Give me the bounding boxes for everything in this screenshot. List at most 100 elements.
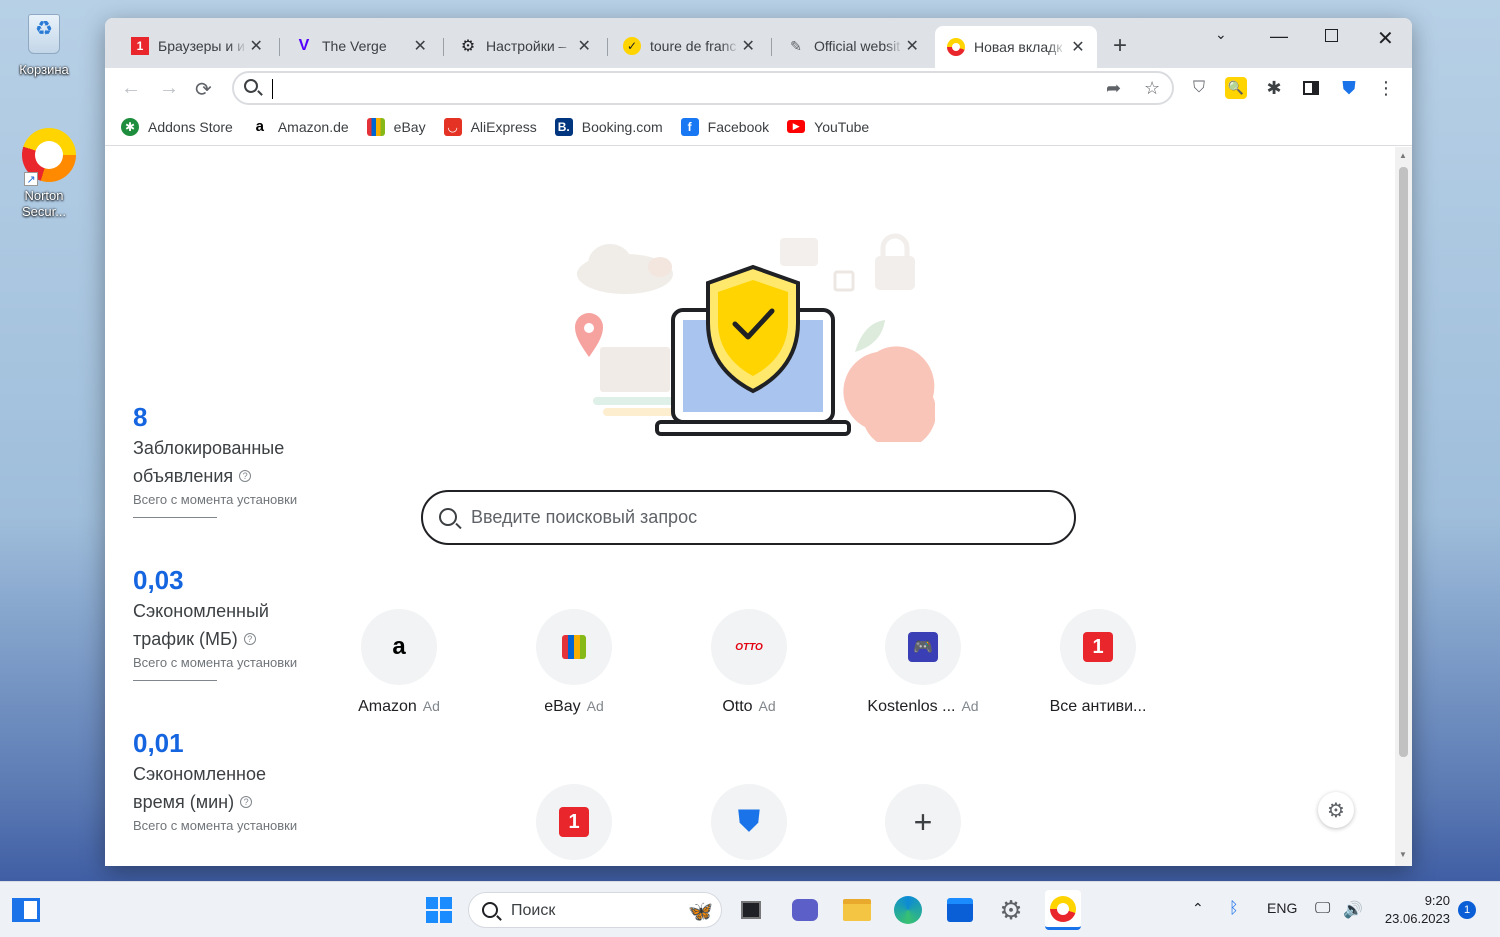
- settings-icon[interactable]: ⚙: [996, 894, 1026, 926]
- tab-the-verge[interactable]: V The Verge ✕: [283, 28, 439, 64]
- file-explorer-icon[interactable]: [842, 894, 872, 926]
- tab-search-chevron-icon[interactable]: ⌄: [1215, 26, 1227, 43]
- clock[interactable]: 9:20 23.06.2023: [1380, 892, 1450, 928]
- shield-extension-icon[interactable]: ⛉: [1188, 77, 1210, 99]
- norton-icon: [947, 38, 965, 56]
- shortcut-tile-ebay[interactable]: eBay Ad: [504, 609, 644, 716]
- scroll-up-icon[interactable]: ▲: [1399, 151, 1407, 160]
- desktop-icon-label: Корзина: [19, 62, 69, 77]
- customize-gear-button[interactable]: ⚙: [1318, 792, 1354, 828]
- ebay-bag-icon: [536, 609, 612, 685]
- shortcut-tile-otto[interactable]: OTTO Otto Ad: [679, 609, 819, 716]
- ebay-icon: [366, 117, 385, 136]
- bookmark-booking[interactable]: B. Booking.com: [554, 117, 663, 136]
- tab-official-website[interactable]: ✎ Official websit ✕: [775, 28, 931, 64]
- scroll-down-icon[interactable]: ▼: [1399, 850, 1407, 859]
- bookmark-aliexpress[interactable]: ◡ AliExpress: [443, 117, 537, 136]
- bookmark-star-icon[interactable]: ☆: [1144, 78, 1160, 99]
- official-site-icon: ✎: [790, 37, 802, 54]
- close-icon[interactable]: ✕: [739, 36, 757, 56]
- tab-strip: 1 Браузеры и и ✕ V The Verge ✕ ⚙ Настрой…: [105, 18, 1412, 68]
- bookmark-addons-store[interactable]: ✱ Addons Store: [121, 117, 233, 136]
- tile-label: Kostenlos ...: [867, 698, 956, 715]
- addons-icon: ✱: [121, 117, 139, 136]
- taskbar-search-placeholder: Поиск: [511, 902, 556, 919]
- taskbar-search-input[interactable]: Поиск 🦋: [468, 892, 722, 928]
- help-icon[interactable]: ?: [243, 633, 256, 645]
- shortcut-tile-antivirus[interactable]: 1 Все антиви...: [1028, 609, 1168, 716]
- toolbar: ← → ⟳ ➦ ☆ ⛉ 🔍 ✱ ⛊ ⋮: [105, 68, 1412, 108]
- gamepad-icon: 🎮: [885, 609, 961, 685]
- bookmark-label: Amazon.de: [277, 118, 349, 135]
- bookmark-ebay[interactable]: eBay: [366, 117, 426, 136]
- otto-icon: OTTO: [711, 609, 787, 685]
- tab-settings[interactable]: ⚙ Настройки – ✕: [447, 28, 603, 64]
- vertical-scrollbar[interactable]: ▲ ▼: [1395, 147, 1412, 866]
- windows-start-icon[interactable]: [424, 894, 454, 926]
- tab-title: Браузеры и и: [158, 38, 245, 54]
- bookmark-amazon[interactable]: a Amazon.de: [251, 118, 349, 136]
- side-panel-icon[interactable]: [1300, 77, 1322, 99]
- tab-tour-de-france[interactable]: ✓ toure de franc ✕: [611, 28, 767, 64]
- close-icon[interactable]: ✕: [1069, 37, 1087, 57]
- bookmarks-bar: ✱ Addons Store a Amazon.de eBay ◡ AliExp…: [105, 108, 1412, 146]
- store-icon[interactable]: [945, 894, 975, 926]
- back-button[interactable]: ←: [121, 77, 141, 100]
- amazon-icon: a: [361, 609, 437, 685]
- maximize-button[interactable]: [1325, 29, 1338, 42]
- divider: [133, 680, 217, 681]
- extensions-puzzle-icon[interactable]: ✱: [1263, 77, 1285, 99]
- address-bar[interactable]: ➦ ☆: [232, 71, 1174, 105]
- stat-sub: Всего с момента установки: [133, 655, 298, 670]
- chevron-up-icon[interactable]: ⌃: [1192, 900, 1204, 917]
- desktop-icon-norton[interactable]: ↗ Norton Secur...: [8, 128, 80, 220]
- close-icon[interactable]: ✕: [247, 36, 265, 56]
- youtube-icon: ▶: [787, 120, 806, 133]
- brand-1-icon: 1: [131, 37, 149, 55]
- shortcut-tile-row2-1[interactable]: 1: [504, 784, 644, 860]
- tab-browsers[interactable]: 1 Браузеры и и ✕: [119, 28, 275, 64]
- tab-new-tab[interactable]: Новая вкладк ✕: [935, 26, 1097, 68]
- bookmark-label: Facebook: [707, 118, 770, 135]
- scrollbar-thumb[interactable]: [1399, 167, 1408, 757]
- bookmark-youtube[interactable]: ▶ YouTube: [787, 119, 869, 135]
- volume-icon[interactable]: 🔊: [1343, 900, 1363, 920]
- shortcut-tile-row2-2[interactable]: ⛊: [679, 784, 819, 860]
- task-view-icon[interactable]: [737, 894, 765, 926]
- language-indicator[interactable]: ENG: [1267, 900, 1297, 916]
- tile-label: Amazon: [358, 698, 417, 715]
- menu-kebab-icon[interactable]: ⋮: [1375, 77, 1397, 99]
- add-shortcut-button[interactable]: +: [853, 784, 993, 860]
- new-tab-button[interactable]: +: [1113, 34, 1127, 58]
- close-icon[interactable]: ✕: [903, 36, 921, 56]
- stat-sub: Всего с момента установки: [133, 818, 298, 833]
- shortcut-tile-amazon[interactable]: a Amazon Ad: [329, 609, 469, 716]
- norton-safe-web-icon[interactable]: ⛊: [1338, 77, 1360, 99]
- text-caret: [272, 79, 273, 99]
- booking-icon: B.: [554, 117, 573, 136]
- reload-button[interactable]: ⟳: [195, 77, 212, 102]
- close-window-button[interactable]: ✕: [1377, 26, 1394, 51]
- minimize-button[interactable]: —: [1270, 26, 1288, 47]
- bookmark-facebook[interactable]: f Facebook: [680, 117, 770, 136]
- bluetooth-icon[interactable]: ᛒ: [1229, 900, 1239, 918]
- desktop-icon-recycle-bin[interactable]: Корзина: [8, 10, 80, 78]
- help-icon[interactable]: ?: [239, 470, 252, 482]
- share-icon[interactable]: ➦: [1106, 78, 1121, 99]
- help-icon[interactable]: ?: [240, 796, 253, 808]
- forward-button[interactable]: →: [159, 77, 179, 100]
- newtab-search-input[interactable]: Введите поисковый запрос: [421, 490, 1076, 545]
- norton-search-extension-icon[interactable]: 🔍: [1225, 77, 1247, 99]
- shortcut-tile-kostenlos[interactable]: 🎮 Kostenlos ... Ad: [853, 609, 993, 716]
- network-icon[interactable]: 🖵: [1315, 900, 1330, 918]
- search-icon: [482, 902, 498, 918]
- widgets-icon[interactable]: [10, 894, 42, 926]
- close-icon[interactable]: ✕: [411, 36, 429, 56]
- stat-label: Заблокированные объявления?: [133, 438, 285, 486]
- edge-icon[interactable]: [893, 894, 923, 926]
- notification-badge[interactable]: 1: [1458, 901, 1476, 919]
- norton-browser-icon[interactable]: [1045, 890, 1081, 930]
- chat-icon[interactable]: [790, 894, 820, 926]
- bookmark-label: AliExpress: [470, 118, 537, 135]
- close-icon[interactable]: ✕: [575, 36, 593, 56]
